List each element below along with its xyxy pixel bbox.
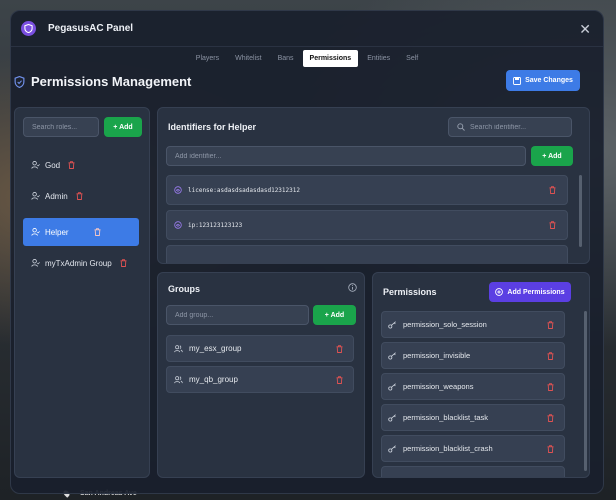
trash-icon[interactable] [336,344,343,353]
trash-icon[interactable] [547,444,554,453]
tab-bans[interactable]: Bans [271,50,301,67]
permissions-panel: Permissions Add Permissions permission_s… [372,272,590,478]
fingerprint-icon [174,221,182,229]
tab-permissions[interactable]: Permissions [302,50,359,67]
identifiers-title: Identifiers for Helper [168,122,257,132]
groups-title: Groups [168,284,201,294]
search-identifier-input[interactable] [470,123,571,131]
add-permissions-label: Add Permissions [507,288,565,296]
tab-entities[interactable]: Entities [360,50,397,67]
trash-icon[interactable] [94,228,101,236]
permissions-scrollbar[interactable] [584,311,587,471]
user-icon [31,192,40,200]
search-icon [457,123,465,131]
permission-row: permission_blacklist_crash [381,435,565,462]
tab-self[interactable]: Self [399,50,425,67]
permission-row-partial [381,466,565,477]
permission-label: permission_weapons [403,382,474,391]
trash-icon[interactable] [549,221,556,229]
add-role-button[interactable]: + Add [104,117,142,137]
add-identifier-button[interactable]: + Add [531,146,573,166]
user-icon [31,161,40,169]
identifiers-panel: Identifiers for Helper + Add license:asd… [157,107,590,264]
tab-bar: Players Whitelist Bans Permissions Entit… [11,47,603,69]
shield-icon [14,75,25,88]
role-item-admin[interactable]: Admin [23,182,139,210]
key-icon [388,413,396,422]
permission-label: permission_invisible [403,351,471,360]
groups-panel: Groups + Add my_esx_group my_qb_group [157,272,365,478]
app-title: PegasusAC Panel [48,23,134,34]
role-item-god[interactable]: God [23,151,139,179]
tab-whitelist[interactable]: Whitelist [228,50,268,67]
close-icon[interactable]: ✕ [579,22,591,36]
trash-icon[interactable] [547,351,554,360]
permission-label: permission_blacklist_crash [403,444,493,453]
shield-logo-icon [21,21,36,36]
add-group-field[interactable] [166,305,309,325]
search-roles-field[interactable] [23,117,99,137]
permission-row: permission_weapons [381,373,565,400]
permission-row: permission_blacklist_task [381,404,565,431]
key-icon [388,444,396,453]
users-icon [174,344,183,352]
role-label: God [45,160,61,170]
search-roles-input[interactable] [32,123,98,131]
trash-icon[interactable] [547,413,554,422]
identifiers-scrollbar[interactable] [579,175,582,247]
identifier-row: ip:123123123123 [166,210,568,240]
identifier-row: license:asdasdsadasdasd12312312 [166,175,568,205]
user-icon [31,228,40,236]
group-label: my_qb_group [189,375,238,384]
page-title: Permissions Management [31,74,192,89]
role-item-mytxadmin-group[interactable]: myTxAdmin Group [23,249,139,277]
tab-players[interactable]: Players [189,50,226,67]
add-group-input[interactable] [175,311,308,319]
permission-row: permission_invisible [381,342,565,369]
save-changes-label: Save Changes [525,77,573,84]
role-item-helper[interactable]: Helper [23,218,139,246]
key-icon [388,382,396,391]
add-identifier-input[interactable] [175,152,525,160]
trash-icon[interactable] [547,320,554,329]
key-icon [388,351,396,360]
title-bar: PegasusAC Panel ✕ [11,11,603,47]
permission-row: permission_solo_session [381,311,565,338]
identifier-value: ip:123123123123 [188,221,243,229]
trash-icon[interactable] [68,161,75,169]
permissions-title: Permissions [383,287,437,297]
fingerprint-icon [174,186,182,194]
add-permissions-button[interactable]: Add Permissions [489,282,571,302]
role-label: myTxAdmin Group [45,258,112,268]
identifier-row-partial [166,245,568,263]
trash-icon[interactable] [76,192,83,200]
permission-label: permission_blacklist_task [403,413,489,422]
save-changes-button[interactable]: Save Changes [506,70,580,91]
save-icon [513,76,522,85]
trash-icon[interactable] [336,375,343,384]
roles-panel: + Add God Admin Helper myTxAdmin Group [14,107,150,478]
trash-icon[interactable] [547,382,554,391]
group-row: my_qb_group [166,366,354,393]
search-identifier-field[interactable] [448,117,572,137]
plus-circle-icon [495,288,504,296]
users-icon [174,375,183,383]
info-icon[interactable] [348,283,357,292]
key-icon [388,320,396,329]
permission-label: permission_solo_session [403,320,487,329]
group-row: my_esx_group [166,335,354,362]
add-identifier-field[interactable] [166,146,526,166]
role-label: Admin [45,191,68,201]
page-heading: Permissions Management [14,74,191,89]
user-icon [31,259,40,267]
role-label: Helper [45,227,69,237]
identifier-value: license:asdasdsadasdasd12312312 [188,186,300,194]
trash-icon[interactable] [549,186,556,194]
group-label: my_esx_group [189,344,242,353]
trash-icon[interactable] [120,259,127,267]
add-group-button[interactable]: + Add [313,305,356,325]
